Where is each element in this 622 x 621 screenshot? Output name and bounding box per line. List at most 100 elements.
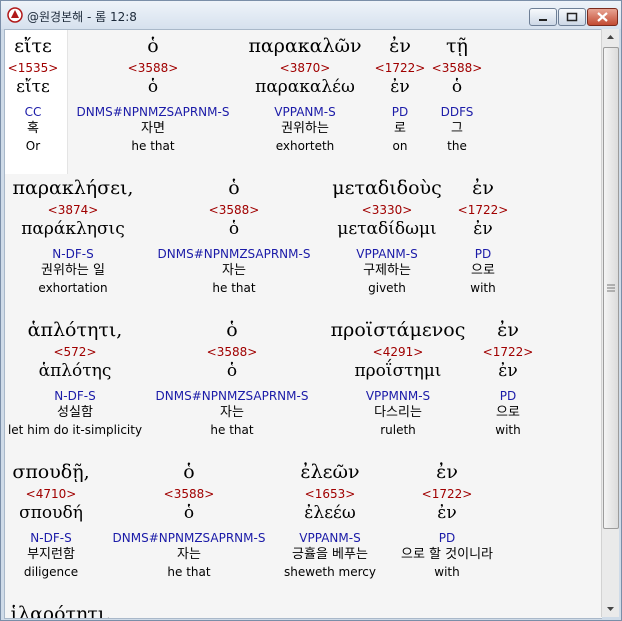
greek-word: ὁ bbox=[228, 177, 240, 199]
parsing-code: PD bbox=[391, 105, 409, 119]
korean-gloss: 자면 bbox=[141, 121, 165, 136]
word-column[interactable]: εἴτε <1535> εἴτε CC 혹 Or bbox=[8, 34, 59, 154]
strong-number[interactable]: <1722> bbox=[375, 60, 426, 76]
korean-gloss: 으로 bbox=[496, 405, 520, 420]
english-gloss: ruleth bbox=[380, 423, 416, 437]
app-icon bbox=[7, 7, 23, 23]
parsing-code: DDFS bbox=[440, 105, 474, 119]
word-column[interactable]: ἐν <1722> ἐν PD 으로 with bbox=[458, 176, 509, 296]
maximize-icon bbox=[566, 12, 578, 22]
english-gloss: giveth bbox=[368, 281, 406, 295]
greek-word: ὁ bbox=[147, 35, 159, 57]
parsing-code: CC bbox=[24, 105, 42, 119]
word-column[interactable]: ἐν <1722> ἐν PD 로 on bbox=[375, 34, 426, 154]
strong-number[interactable]: <3588> bbox=[432, 60, 483, 76]
strong-number[interactable]: <3870> bbox=[248, 60, 361, 76]
word-column[interactable]: παρακλήσει, <3874> παράκλησις N-DF-S 권위하… bbox=[13, 176, 134, 296]
korean-gloss: 혹 bbox=[27, 121, 39, 136]
lemma: ἐν bbox=[473, 219, 493, 239]
korean-gloss: 권위하는 bbox=[281, 121, 329, 136]
word-column[interactable]: παρακαλῶν <3870> παρακαλέω VPPANM-S 권위하는… bbox=[248, 34, 361, 154]
word-column[interactable]: προϊστάμενος <4291> προΐστημι VPPMNM-S 다… bbox=[331, 318, 466, 438]
strong-number[interactable]: <3330> bbox=[332, 202, 442, 218]
interlinear-content[interactable]: εἴτε <1535> εἴτε CC 혹 Or ὁ <3588> ὁ DNMS… bbox=[4, 29, 602, 619]
maximize-button[interactable] bbox=[558, 8, 586, 26]
korean-gloss: 자는 bbox=[177, 547, 201, 562]
korean-gloss: 다스리는 bbox=[374, 405, 422, 420]
strong-number[interactable]: <1535> bbox=[8, 60, 59, 76]
lemma: ἁπλότης bbox=[38, 361, 112, 381]
scroll-up-arrow-icon[interactable] bbox=[602, 29, 619, 46]
strong-number[interactable]: <3588> bbox=[113, 486, 266, 502]
strong-number[interactable]: <3874> bbox=[13, 202, 134, 218]
greek-word: ἐν bbox=[389, 35, 411, 57]
lemma: ὁ bbox=[183, 503, 195, 523]
strong-number[interactable]: <572> bbox=[8, 344, 142, 360]
strong-number[interactable]: <4710> bbox=[12, 486, 89, 502]
korean-gloss: 권위하는 일 bbox=[41, 263, 105, 278]
app-window: @원경본해 - 롬 12:8 εἴτε <1535> εἴτε CC 혹 Or … bbox=[0, 0, 622, 621]
english-gloss: sheweth mercy bbox=[283, 565, 377, 579]
strong-number[interactable]: <1722> bbox=[458, 202, 509, 218]
parsing-code: VPPANM-S bbox=[274, 105, 336, 119]
greek-word: μεταδιδοὺς bbox=[332, 177, 442, 199]
scroll-down-arrow-icon[interactable] bbox=[602, 600, 619, 617]
english-gloss: the bbox=[447, 139, 467, 153]
vertical-scrollbar[interactable] bbox=[601, 29, 619, 617]
word-column[interactable]: ἐν <1722> ἐν PD 으로 할 것이니라 with bbox=[401, 460, 493, 580]
lemma: ἐν bbox=[437, 503, 457, 523]
strong-number[interactable]: <3588> bbox=[158, 202, 311, 218]
strong-number[interactable]: <1653> bbox=[284, 486, 376, 502]
greek-word: ὁ bbox=[226, 319, 238, 341]
word-column[interactable]: ὁ <3588> ὁ DNMS#NPNMZSAPRNM-S 자는 he that bbox=[113, 460, 266, 580]
lemma: ὁ bbox=[228, 219, 240, 239]
word-column[interactable]: σπουδῇ, <4710> σπουδή N-DF-S 부지런함 dilige… bbox=[12, 460, 89, 580]
english-gloss: exhortation bbox=[38, 281, 108, 295]
window-title: @원경본해 - 롬 12:8 bbox=[27, 10, 137, 24]
minimize-button[interactable] bbox=[529, 8, 557, 26]
english-gloss: exhorteth bbox=[275, 139, 335, 153]
greek-word: παρακλήσει, bbox=[12, 177, 134, 199]
korean-gloss: 자는 bbox=[220, 405, 244, 420]
word-column[interactable]: ἐλεῶν <1653> ἐλεέω VPPANM-S 긍휼을 베푸는 shew… bbox=[284, 460, 376, 580]
korean-gloss: 긍휼을 베푸는 bbox=[292, 547, 368, 562]
scrollbar-thumb[interactable] bbox=[603, 47, 619, 529]
greek-word: ἱλαρότητι. bbox=[10, 603, 112, 619]
strong-number[interactable]: <1722> bbox=[483, 344, 534, 360]
lemma: ὁ bbox=[451, 77, 463, 97]
lemma: εἴτε bbox=[16, 77, 50, 97]
english-gloss: diligence bbox=[23, 565, 79, 579]
strong-number[interactable]: <4291> bbox=[331, 344, 466, 360]
lemma: προΐστημι bbox=[354, 361, 442, 381]
parsing-code: N-DF-S bbox=[54, 389, 96, 403]
strong-number[interactable]: <1722> bbox=[401, 486, 493, 502]
title-bar[interactable]: @원경본해 - 롬 12:8 bbox=[1, 1, 621, 29]
word-column[interactable]: μεταδιδοὺς <3330> μεταδίδωμι VPPANM-S 구제… bbox=[332, 176, 442, 296]
greek-word: ἐλεῶν bbox=[300, 461, 360, 483]
word-column[interactable]: ὁ <3588> ὁ DNMS#NPNMZSAPRNM-S 자는 he that bbox=[158, 176, 311, 296]
word-column[interactable]: ἁπλότητι, <572> ἁπλότης N-DF-S 성실함 let h… bbox=[8, 318, 142, 438]
english-gloss: let him do it-simplicity bbox=[7, 423, 143, 437]
minimize-icon bbox=[539, 19, 547, 21]
word-column[interactable]: τῇ <3588> ὁ DDFS 그 the bbox=[432, 34, 483, 154]
parsing-code: N-DF-S bbox=[52, 247, 94, 261]
korean-gloss: 으로 bbox=[471, 263, 495, 278]
word-column[interactable]: ὁ <3588> ὁ DNMS#NPNMZSAPRNM-S 자는 he that bbox=[156, 318, 309, 438]
parsing-code: PD bbox=[499, 389, 517, 403]
korean-gloss: 으로 할 것이니라 bbox=[401, 547, 493, 562]
word-column[interactable]: ὁ <3588> ὁ DNMS#NPNMZSAPRNM-S 자면 he that bbox=[77, 34, 230, 154]
greek-word: ἁπλότητι, bbox=[27, 319, 123, 341]
parsing-code: PD bbox=[438, 531, 456, 545]
word-column[interactable]: ἱλαρότητι. bbox=[10, 602, 112, 619]
korean-gloss: 자는 bbox=[222, 263, 246, 278]
strong-number[interactable]: <3588> bbox=[77, 60, 230, 76]
word-column[interactable]: ἐν <1722> ἐν PD 으로 with bbox=[483, 318, 534, 438]
close-button[interactable] bbox=[587, 8, 618, 26]
lemma: ἐν bbox=[498, 361, 518, 381]
parsing-code: DNMS#NPNMZSAPRNM-S bbox=[112, 531, 266, 545]
greek-word: παρακαλῶν bbox=[248, 35, 362, 57]
parsing-code: VPPMNM-S bbox=[365, 389, 431, 403]
strong-number[interactable]: <3588> bbox=[156, 344, 309, 360]
lemma: μεταδίδωμι bbox=[337, 219, 437, 239]
parsing-code: VPPANM-S bbox=[299, 531, 361, 545]
